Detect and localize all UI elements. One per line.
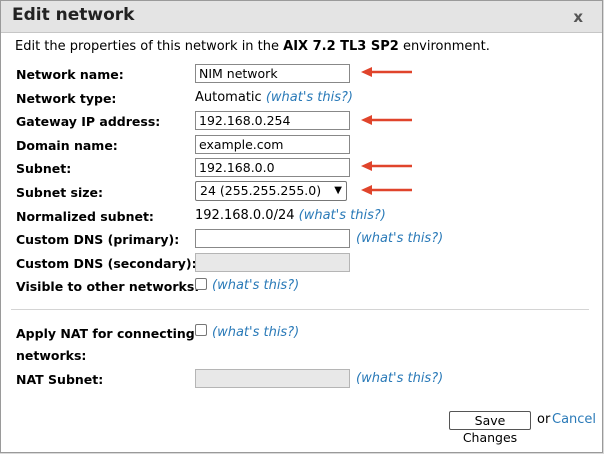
annotation-arrow-icon xyxy=(361,185,412,195)
apply-nat-help-link[interactable]: (what's this?) xyxy=(212,325,299,340)
nat-subnet-label: NAT Subnet: xyxy=(16,372,104,387)
subnet-label: Subnet: xyxy=(16,161,72,176)
apply-nat-label-line2: networks: xyxy=(16,348,87,363)
subnet-input[interactable] xyxy=(195,158,350,177)
dns-primary-input[interactable] xyxy=(195,229,350,248)
network-name-input[interactable] xyxy=(195,64,350,83)
normalized-subnet-label: Normalized subnet: xyxy=(16,209,154,224)
or-text: or xyxy=(537,412,551,427)
subnet-size-select[interactable]: 24 (255.255.255.0) ▼ xyxy=(195,181,347,201)
visible-help-link[interactable]: (what's this?) xyxy=(212,278,299,293)
close-icon[interactable]: x xyxy=(573,8,583,26)
visible-label: Visible to other networks: xyxy=(16,279,200,294)
dns-secondary-label: Custom DNS (secondary): xyxy=(16,256,197,271)
network-type-text: Automatic xyxy=(195,90,262,105)
gateway-input[interactable] xyxy=(195,111,350,130)
cancel-link[interactable]: Cancel xyxy=(552,412,596,427)
domain-name-label: Domain name: xyxy=(16,138,118,153)
network-type-label: Network type: xyxy=(16,91,117,106)
save-changes-button[interactable]: Save Changes xyxy=(449,411,531,445)
edit-network-dialog: Edit network x Edit the properties of th… xyxy=(0,0,603,453)
network-type-value: Automatic (what's this?) xyxy=(195,90,353,105)
normalized-subnet-help-link[interactable]: (what's this?) xyxy=(299,208,386,223)
dns-primary-help-link[interactable]: (what's this?) xyxy=(356,231,443,246)
normalized-subnet-value: 192.168.0.0/24 (what's this?) xyxy=(195,208,386,223)
subnet-size-label: Subnet size: xyxy=(16,185,104,200)
subnet-size-value: 24 (255.255.255.0) xyxy=(200,183,322,198)
dialog-titlebar: Edit network x xyxy=(1,1,602,33)
nat-subnet-input xyxy=(195,369,350,388)
nat-subnet-help-link[interactable]: (what's this?) xyxy=(356,371,443,386)
visible-checkbox[interactable] xyxy=(195,278,207,290)
dns-secondary-input xyxy=(195,253,350,272)
annotation-arrow-icon xyxy=(361,161,412,171)
network-type-help-link[interactable]: (what's this?) xyxy=(266,90,353,105)
dns-primary-label: Custom DNS (primary): xyxy=(16,232,180,247)
domain-name-input[interactable] xyxy=(195,135,350,154)
apply-nat-checkbox[interactable] xyxy=(195,324,207,336)
apply-nat-label-line1: Apply NAT for connecting xyxy=(16,326,195,341)
annotation-arrow-icon xyxy=(361,67,412,77)
intro-environment: AIX 7.2 TL3 SP2 xyxy=(283,39,399,54)
intro-text: Edit the properties of this network in t… xyxy=(15,39,490,54)
annotation-arrow-icon xyxy=(361,115,412,125)
network-name-label: Network name: xyxy=(16,67,124,82)
section-divider xyxy=(11,309,589,310)
dialog-title: Edit network xyxy=(12,5,135,25)
intro-prefix: Edit the properties of this network in t… xyxy=(15,39,284,54)
chevron-down-icon: ▼ xyxy=(334,185,342,196)
normalized-subnet-text: 192.168.0.0/24 xyxy=(195,208,295,223)
gateway-label: Gateway IP address: xyxy=(16,114,161,129)
intro-suffix: environment. xyxy=(398,39,490,54)
